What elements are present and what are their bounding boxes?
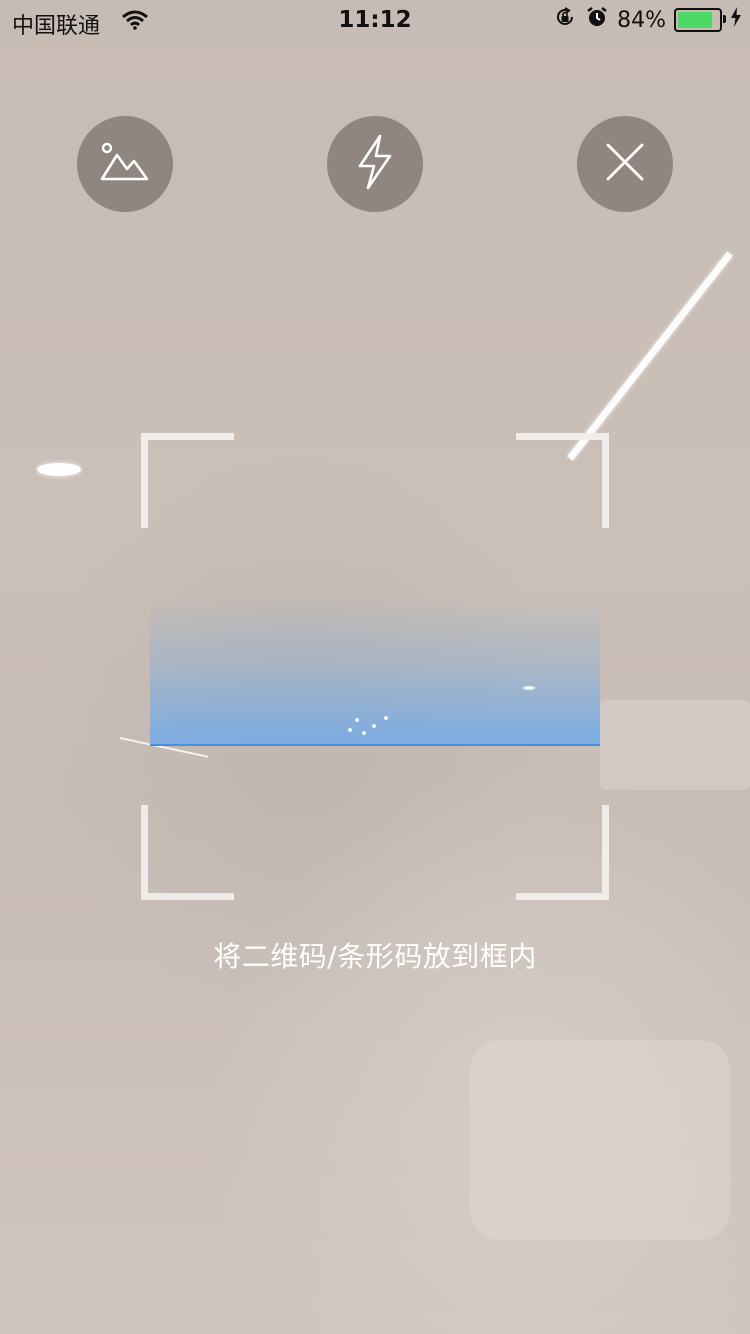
battery-icon	[674, 8, 726, 32]
album-button[interactable]	[77, 116, 173, 212]
mountain-image-icon	[100, 141, 150, 187]
background-blur-shape	[600, 700, 750, 790]
lightning-bolt-icon	[356, 134, 394, 194]
close-button[interactable]	[577, 116, 673, 212]
battery-level-fill	[678, 12, 712, 28]
scan-frame-corner-top-right	[516, 433, 609, 528]
scan-frame-corner-bottom-right	[516, 805, 609, 900]
scan-frame	[141, 433, 609, 900]
background-blur-shape	[470, 1040, 730, 1240]
ceiling-light-reflection	[37, 463, 81, 476]
status-right-group: 84%	[553, 7, 742, 33]
charging-bolt-icon	[730, 7, 742, 33]
scan-frame-corner-top-left	[141, 433, 234, 528]
scan-hint-text: 将二维码/条形码放到框内	[213, 940, 537, 973]
status-bar: 中国联通 11:12 84%	[0, 0, 750, 40]
scan-frame-corner-bottom-left	[141, 805, 234, 900]
orientation-lock-icon	[553, 5, 577, 35]
close-x-icon	[605, 142, 645, 186]
light-streak-reflection	[567, 251, 733, 461]
flashlight-button[interactable]	[327, 116, 423, 212]
battery-percent: 84%	[617, 7, 666, 33]
alarm-icon	[585, 5, 609, 35]
battery-cap	[723, 15, 726, 23]
